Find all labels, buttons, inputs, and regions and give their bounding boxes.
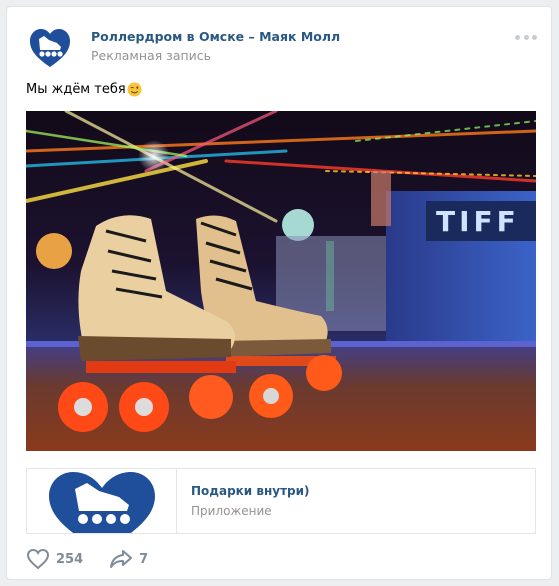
wink-emoji: [127, 82, 142, 97]
roller-skates-image: TIFF: [26, 111, 536, 451]
ad-label: Рекламная запись: [91, 48, 212, 63]
svg-text:TIFF: TIFF: [436, 205, 520, 238]
community-avatar[interactable]: [27, 25, 73, 71]
post-actions: 254 7: [26, 547, 174, 571]
post-text: Мы ждём тебя: [26, 82, 142, 97]
snippet-thumbnail: [27, 469, 177, 533]
share-count: 7: [139, 551, 149, 567]
heart-skate-logo: [49, 472, 155, 533]
share-button[interactable]: 7: [109, 548, 148, 570]
like-button[interactable]: 254: [26, 548, 83, 570]
heart-icon: [26, 548, 50, 570]
heart-skate-logo: [30, 29, 70, 67]
post-author-link[interactable]: Роллердром в Омске – Маяк Молл: [91, 29, 340, 44]
like-count: 254: [56, 551, 84, 567]
snippet-title[interactable]: Подарки внутри): [191, 484, 310, 498]
post-photo[interactable]: TIFF: [26, 111, 536, 451]
post-card: Роллердром в Омске – Маяк Молл Рекламная…: [6, 6, 552, 580]
share-arrow-icon: [110, 550, 133, 568]
more-dots-icon[interactable]: [515, 33, 537, 41]
app-snippet[interactable]: Подарки внутри) Приложение: [26, 468, 536, 534]
snippet-subtitle: Приложение: [191, 504, 272, 518]
post-text-content: Мы ждём тебя: [26, 82, 126, 97]
